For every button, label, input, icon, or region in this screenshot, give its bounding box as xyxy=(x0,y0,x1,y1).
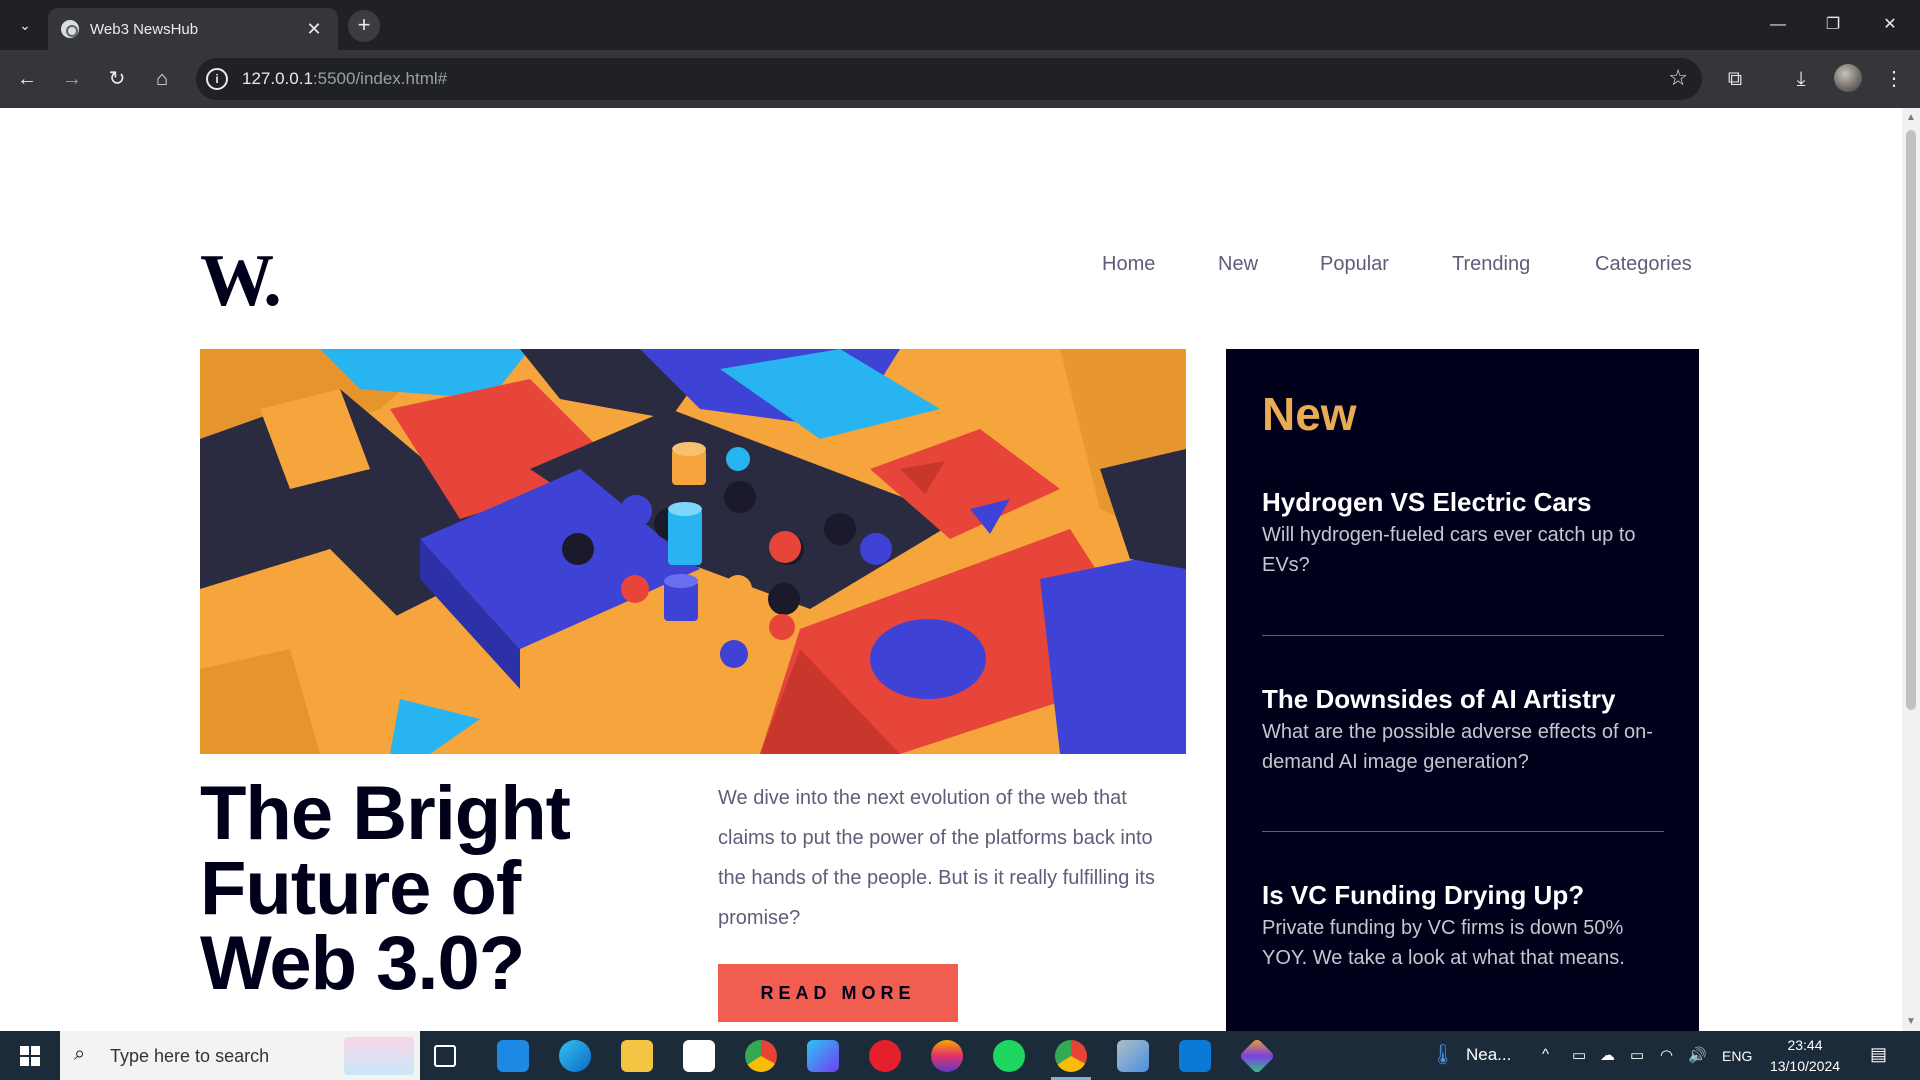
bookmark-star-icon[interactable]: ☆ xyxy=(1668,65,1688,91)
scroll-down-arrow-icon[interactable]: ▼ xyxy=(1906,1016,1916,1027)
nav-new[interactable]: New xyxy=(1218,253,1258,276)
windows-start-icon[interactable] xyxy=(20,1046,40,1066)
panel-title: New xyxy=(1262,388,1357,440)
url-host: 127.0.0.1 xyxy=(242,69,313,88)
new-articles-panel: New Hydrogen VS Electric Cars Will hydro… xyxy=(1226,349,1699,1031)
url-path: :5500/index.html# xyxy=(312,69,448,88)
headline-line-1: The Bright xyxy=(200,771,571,856)
color-drop-app-icon[interactable] xyxy=(931,1040,963,1072)
vscode-icon[interactable] xyxy=(1179,1040,1211,1072)
site-logo[interactable]: W. xyxy=(200,244,282,318)
address-bar[interactable]: i 127.0.0.1:5500/index.html# ☆ xyxy=(196,58,1702,100)
news-item[interactable]: Hydrogen VS Electric Cars Will hydrogen-… xyxy=(1262,486,1664,580)
microsoft-store-icon[interactable] xyxy=(683,1040,715,1072)
news-item[interactable]: Is VC Funding Drying Up? Private funding… xyxy=(1262,879,1664,973)
paint-app-icon[interactable] xyxy=(1117,1040,1149,1072)
browser-tab-bar: ⌄ Web3 NewsHub ✕ + — ❐ ✕ xyxy=(0,0,1920,50)
task-view-icon[interactable] xyxy=(434,1045,456,1067)
taskbar-search-placeholder: Type here to search xyxy=(110,1046,270,1066)
tab-favicon-icon xyxy=(61,20,79,38)
edge-browser-icon[interactable] xyxy=(559,1040,591,1072)
close-window-icon[interactable]: ✕ xyxy=(1870,10,1910,40)
news-item-desc: What are the possible adverse effects of… xyxy=(1262,721,1653,773)
menu-dots-icon[interactable]: ⋮ xyxy=(1879,64,1909,94)
nav-trending[interactable]: Trending xyxy=(1452,253,1530,276)
reload-icon[interactable]: ↻ xyxy=(102,64,132,94)
profile-avatar[interactable] xyxy=(1834,64,1862,92)
browser-tab[interactable]: Web3 NewsHub ✕ xyxy=(48,8,338,50)
battery-icon[interactable]: ▭ xyxy=(1630,1046,1644,1064)
file-explorer-icon[interactable] xyxy=(621,1040,653,1072)
tab-search-chevron-icon[interactable]: ⌄ xyxy=(12,12,38,38)
notifications-icon[interactable]: ▤ xyxy=(1870,1044,1887,1065)
weather-thermometer-icon[interactable]: 🌡 xyxy=(1430,1042,1455,1067)
copilot-icon[interactable] xyxy=(807,1040,839,1072)
chrome-active-icon[interactable] xyxy=(1055,1040,1087,1072)
news-item-title[interactable]: The Downsides of AI Artistry xyxy=(1262,683,1664,715)
browser-toolbar: ← → ↻ ⌂ i 127.0.0.1:5500/index.html# ☆ ⧉… xyxy=(0,50,1920,108)
tray-expand-icon[interactable]: ^ xyxy=(1542,1046,1549,1063)
taskbar-search-box[interactable]: ⌕ Type here to search xyxy=(60,1031,420,1080)
news-item-title[interactable]: Hydrogen VS Electric Cars xyxy=(1262,486,1664,518)
clock[interactable]: 23:44 13/10/2024 xyxy=(1760,1035,1850,1077)
onedrive-icon[interactable]: ☁ xyxy=(1600,1046,1615,1064)
git-app-icon[interactable] xyxy=(1238,1037,1276,1075)
volume-icon[interactable]: 🔊 xyxy=(1688,1046,1707,1064)
nav-popular[interactable]: Popular xyxy=(1320,253,1389,276)
opera-icon[interactable] xyxy=(869,1040,901,1072)
page-viewport: W. Home New Popular Trending Categories xyxy=(0,108,1902,1031)
download-icon[interactable]: ⤓ xyxy=(1786,64,1816,94)
spotify-icon[interactable] xyxy=(993,1040,1025,1072)
back-icon[interactable]: ← xyxy=(12,64,42,94)
article-headline: The Bright Future of Web 3.0? xyxy=(200,771,571,1006)
wifi-icon[interactable]: ◠ xyxy=(1660,1046,1673,1064)
hero-image xyxy=(200,349,1186,754)
close-tab-icon[interactable]: ✕ xyxy=(302,17,326,41)
meet-now-icon[interactable]: ▭ xyxy=(1572,1046,1586,1064)
language-indicator[interactable]: ENG xyxy=(1722,1048,1752,1064)
hero-illustration xyxy=(200,349,1186,754)
mail-app-icon[interactable] xyxy=(497,1040,529,1072)
tab-title: Web3 NewsHub xyxy=(90,21,199,38)
divider xyxy=(1262,635,1664,636)
clock-time: 23:44 xyxy=(1787,1037,1823,1053)
minimize-icon[interactable]: — xyxy=(1758,10,1798,40)
news-item-desc: Private funding by VC firms is down 50% … xyxy=(1262,917,1625,969)
news-item-desc: Will hydrogen-fueled cars ever catch up … xyxy=(1262,524,1636,576)
chrome-icon[interactable] xyxy=(745,1040,777,1072)
headline-line-3: Web 3.0? xyxy=(200,921,525,1006)
weather-text[interactable]: Nea... xyxy=(1466,1045,1511,1065)
page-scrollbar[interactable]: ▲ ▼ xyxy=(1902,108,1920,1031)
clock-date: 13/10/2024 xyxy=(1769,1058,1841,1074)
url-text[interactable]: 127.0.0.1:5500/index.html# xyxy=(242,69,447,89)
windows-taskbar: ⌕ Type here to search 🌡 Nea... ^ ▭ ☁ ▭ ◠… xyxy=(0,1031,1920,1080)
scroll-up-arrow-icon[interactable]: ▲ xyxy=(1906,112,1916,123)
news-item[interactable]: The Downsides of AI Artistry What are th… xyxy=(1262,683,1664,777)
extensions-icon[interactable]: ⧉ xyxy=(1720,64,1750,94)
forward-icon[interactable]: → xyxy=(57,64,87,94)
news-item-title[interactable]: Is VC Funding Drying Up? xyxy=(1262,879,1664,911)
article-lede: We dive into the next evolution of the w… xyxy=(718,787,1155,929)
search-highlight-image xyxy=(344,1037,414,1075)
restore-icon[interactable]: ❐ xyxy=(1813,10,1853,40)
nav-home[interactable]: Home xyxy=(1102,253,1155,276)
new-tab-button[interactable]: + xyxy=(348,10,380,42)
search-icon: ⌕ xyxy=(74,1043,86,1065)
site-info-icon[interactable]: i xyxy=(206,68,228,90)
nav-categories[interactable]: Categories xyxy=(1595,253,1692,276)
read-more-button[interactable]: READ MORE xyxy=(718,964,958,1022)
headline-line-2: Future of xyxy=(200,846,521,931)
scroll-thumb[interactable] xyxy=(1906,130,1916,710)
divider xyxy=(1262,831,1664,832)
home-icon[interactable]: ⌂ xyxy=(147,64,177,94)
